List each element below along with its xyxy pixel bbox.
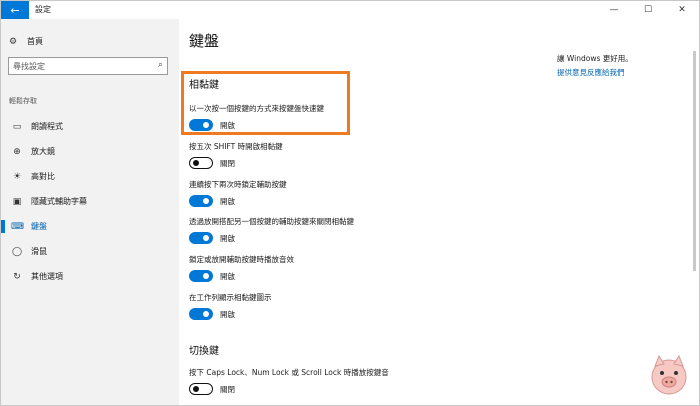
- sidebar-item-label: 放大鏡: [31, 147, 55, 156]
- section-header: 輕鬆存取: [9, 97, 37, 105]
- sidebar-item-label: 朗讀程式: [31, 122, 63, 131]
- toggle-state-label: 關閉: [220, 384, 235, 394]
- close-button[interactable]: ✕: [665, 1, 699, 19]
- toggle-switch[interactable]: [189, 157, 213, 169]
- toggle-state-label: 開啟: [220, 271, 235, 281]
- setting-release-modifier: 透過放開搭配另一個按鍵的輔助按鍵來關閉相黏鍵 開啟: [189, 216, 354, 244]
- sidebar-item-label: 高對比: [31, 172, 55, 181]
- setting-lock-modifier: 連續按下兩次時鎖定輔助按鍵 開啟: [189, 179, 287, 207]
- sidebar-item-magnifier[interactable]: ⊕ 放大鏡: [1, 139, 179, 164]
- maximize-button[interactable]: ☐: [631, 1, 665, 19]
- toggle-knob: [203, 198, 209, 204]
- narrator-icon: ▭: [12, 121, 22, 132]
- toggle-state-label: 開啟: [220, 233, 235, 243]
- sidebar-nav: ▭ 朗讀程式 ⊕ 放大鏡 ☀ 高對比 ▣ 隱藏式輔助字幕 ⌨ 鍵盤 ◯ 滑鼠 ↻…: [1, 114, 179, 289]
- search-icon[interactable]: ⌕: [158, 60, 163, 70]
- sidebar-item-keyboard[interactable]: ⌨ 鍵盤: [1, 214, 179, 239]
- toggle-switch[interactable]: [189, 270, 213, 282]
- maximize-icon: ☐: [643, 5, 653, 15]
- home-link[interactable]: ⚙ 首頁: [9, 36, 43, 47]
- feedback-note: 讓 Windows 更好用。: [557, 54, 633, 63]
- close-icon: ✕: [678, 5, 686, 15]
- toggle-knob: [193, 160, 199, 166]
- search-box: ⌕: [8, 57, 168, 75]
- toggle-knob: [203, 235, 209, 241]
- other-options-icon: ↻: [13, 271, 21, 282]
- pig-mascot-logo: [651, 354, 687, 395]
- window-controls: — ☐ ✕: [597, 1, 699, 19]
- sidebar-item-closed-captions[interactable]: ▣ 隱藏式輔助字幕: [1, 189, 179, 214]
- highlight-annotation-box: [181, 71, 350, 135]
- back-button[interactable]: ←: [1, 1, 29, 19]
- settings-window: ← 設定 — ☐ ✕ ⚙ 首頁 ⌕ 輕鬆存取 ▭ 朗讀程式 ⊕ 放大鏡: [0, 0, 700, 406]
- toggle-switch[interactable]: [189, 195, 213, 207]
- setting-shift-five-times: 按五次 SHIFT 時開啟相黏鍵 關閉: [189, 141, 283, 169]
- magnifier-icon: ⊕: [13, 146, 21, 157]
- sidebar-item-mouse[interactable]: ◯ 滑鼠: [1, 239, 179, 264]
- setting-description: 透過放開搭配另一個按鍵的輔助按鍵來關閉相黏鍵: [189, 217, 354, 226]
- keyboard-icon: ⌨: [11, 221, 24, 232]
- sidebar-item-label: 其他選項: [31, 272, 63, 281]
- sidebar-item-other-options[interactable]: ↻ 其他選項: [1, 264, 179, 289]
- toggle-switch[interactable]: [189, 308, 213, 320]
- setting-description: 在工作列顯示相黏鍵圖示: [189, 293, 272, 302]
- page-title: 鍵盤: [189, 32, 220, 50]
- toggle-switch[interactable]: [189, 383, 213, 395]
- toggle-knob: [203, 311, 209, 317]
- setting-play-sound: 鎖定或放開輔助按鍵時播放音效 開啟: [189, 254, 294, 282]
- sidebar-item-label: 滑鼠: [31, 247, 47, 256]
- toggle-state-label: 開啟: [220, 196, 235, 206]
- scrollbar[interactable]: [693, 51, 696, 271]
- setting-description: 鎖定或放開輔助按鍵時播放音效: [189, 255, 294, 264]
- feedback-link[interactable]: 提供意見反應給我們: [557, 67, 625, 78]
- setting-description: 連續按下兩次時鎖定輔助按鍵: [189, 180, 287, 189]
- setting-toggle-keys: 按下 Caps Lock、Num Lock 或 Scroll Lock 時播放按…: [189, 367, 389, 395]
- search-input[interactable]: [9, 58, 149, 74]
- sidebar-item-high-contrast[interactable]: ☀ 高對比: [1, 164, 179, 189]
- window-title: 設定: [35, 5, 51, 14]
- closed-captions-icon: ▣: [12, 196, 22, 207]
- sidebar-item-label: 鍵盤: [31, 222, 47, 231]
- home-label: 首頁: [27, 37, 43, 46]
- setting-taskbar-icon: 在工作列顯示相黏鍵圖示 開啟: [189, 292, 272, 320]
- minimize-button[interactable]: —: [597, 1, 631, 19]
- minimize-icon: —: [609, 5, 619, 15]
- toggle-knob: [193, 386, 199, 392]
- sidebar: ⚙ 首頁 ⌕ 輕鬆存取 ▭ 朗讀程式 ⊕ 放大鏡 ☀ 高對比 ▣ 隱藏式輔助字幕: [1, 19, 179, 405]
- back-arrow-icon: ←: [10, 3, 20, 17]
- toggle-state-label: 開啟: [220, 309, 235, 319]
- toggle-knob: [203, 273, 209, 279]
- title-bar: ← 設定 — ☐ ✕: [1, 1, 699, 19]
- sidebar-item-narrator[interactable]: ▭ 朗讀程式: [1, 114, 179, 139]
- gear-icon: ⚙: [9, 36, 18, 47]
- toggle-state-label: 關閉: [220, 158, 235, 168]
- toggle-keys-header: 切換鍵: [189, 346, 219, 357]
- sidebar-item-label: 隱藏式輔助字幕: [31, 197, 87, 206]
- mouse-icon: ◯: [11, 246, 23, 257]
- toggle-switch[interactable]: [189, 232, 213, 244]
- setting-description: 按五次 SHIFT 時開啟相黏鍵: [189, 142, 283, 151]
- setting-description: 按下 Caps Lock、Num Lock 或 Scroll Lock 時播放按…: [189, 368, 389, 377]
- high-contrast-icon: ☀: [12, 171, 22, 182]
